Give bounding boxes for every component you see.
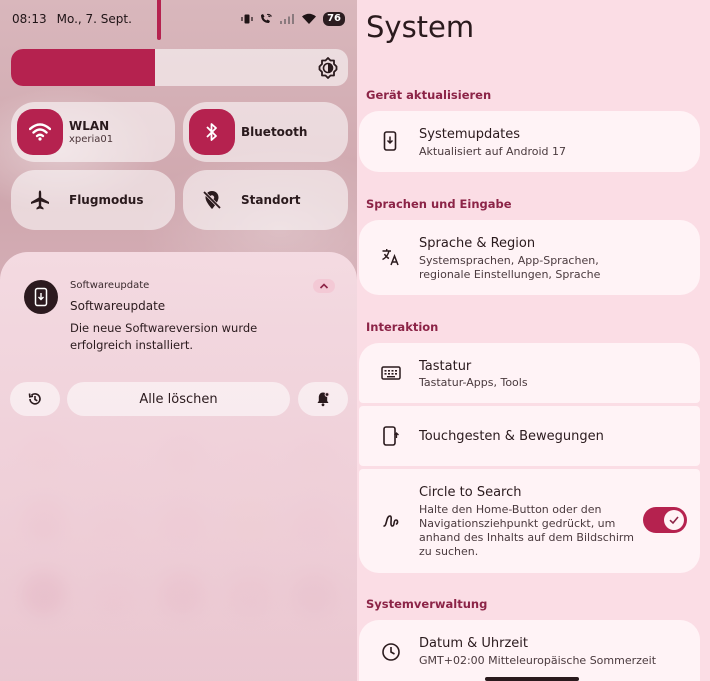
tile-airplane-title: Flugmodus	[69, 193, 144, 207]
brightness-icon	[316, 56, 340, 84]
tile-wlan-title: WLAN	[69, 119, 110, 133]
notification-settings-button[interactable]	[298, 382, 348, 416]
clear-all-button[interactable]: Alle löschen	[67, 382, 290, 416]
chevron-up-icon	[319, 283, 329, 289]
airplane-icon	[17, 177, 63, 223]
notification-body: Die neue Softwareversion wurde erfolgrei…	[70, 321, 258, 352]
circle-to-search-toggle[interactable]	[643, 507, 687, 533]
circle-search-icon	[381, 512, 401, 534]
settings-item-subtitle: Systemsprachen, App-Sprachen, regionale …	[419, 254, 601, 281]
section-header-system-management: Systemverwaltung	[366, 597, 488, 611]
settings-item-title: Systemupdates	[419, 127, 521, 142]
tile-bluetooth[interactable]: Bluetooth	[183, 102, 348, 162]
notification-settings-icon	[317, 392, 330, 407]
quick-settings-panel: 08:13 Mo., 7. Sept. 76 WLAN xperia01 Blu…	[0, 0, 357, 681]
tile-wlan-subtitle: xperia01	[69, 134, 114, 145]
signal-icon	[279, 13, 295, 25]
status-icons: 76	[241, 12, 345, 26]
wifi-icon	[301, 13, 317, 25]
settings-item-date-time[interactable]: Datum & Uhrzeit GMT+02:00 Mitteleuropäis…	[359, 620, 700, 681]
battery-icon: 76	[323, 12, 345, 26]
settings-item-title: Touchgesten & Bewegungen	[419, 429, 604, 444]
page-title: System	[366, 10, 475, 44]
settings-item-subtitle: Halte den Home-Button oder den Navigatio…	[419, 503, 634, 558]
clock-icon	[381, 642, 401, 666]
vibrate-icon	[241, 13, 253, 25]
toggle-knob	[664, 510, 684, 530]
system-update-icon	[381, 131, 399, 155]
section-header-interaction: Interaktion	[366, 320, 439, 334]
settings-item-subtitle: GMT+02:00 Mitteleuropäische Sommerzeit	[419, 654, 657, 667]
status-date: Mo., 7. Sept.	[56, 12, 132, 26]
location-off-icon	[189, 177, 235, 223]
system-settings-page: System Gerät aktualisieren Systemupdates…	[357, 0, 710, 681]
system-update-icon	[24, 280, 58, 314]
notification-history-button[interactable]	[10, 382, 60, 416]
tile-location[interactable]: Standort	[183, 170, 348, 230]
settings-item-systemupdates[interactable]: Systemupdates Aktualisiert auf Android 1…	[359, 111, 700, 172]
settings-item-keyboard[interactable]: Tastatur Tastatur-Apps, Tools	[359, 343, 700, 403]
home-indicator[interactable]	[485, 677, 579, 681]
settings-item-title: Circle to Search	[419, 485, 522, 500]
status-time: 08:13	[12, 12, 47, 26]
bluetooth-icon	[189, 109, 235, 155]
settings-item-language-region[interactable]: Sprache & Region Systemsprachen, App-Spr…	[359, 220, 700, 295]
settings-item-subtitle: Aktualisiert auf Android 17	[419, 145, 567, 158]
call-wifi-icon	[259, 13, 273, 25]
tile-bluetooth-title: Bluetooth	[241, 125, 308, 139]
section-header-update: Gerät aktualisieren	[366, 88, 492, 102]
check-icon	[669, 516, 679, 525]
status-bar: 08:13 Mo., 7. Sept. 76	[0, 0, 357, 38]
clear-all-label: Alle löschen	[139, 391, 218, 407]
notification-shade	[0, 252, 357, 681]
settings-item-subtitle: Tastatur-Apps, Tools	[419, 376, 528, 389]
gesture-phone-icon	[381, 426, 399, 450]
tile-location-title: Standort	[241, 193, 301, 207]
settings-item-circle-to-search[interactable]: Circle to Search Halte den Home-Button o…	[359, 469, 700, 573]
settings-item-gestures[interactable]: Touchgesten & Bewegungen	[359, 406, 700, 466]
notification-title: Softwareupdate	[70, 299, 166, 313]
notification-app-name: Softwareupdate	[70, 280, 150, 291]
settings-item-title: Sprache & Region	[419, 236, 536, 251]
settings-item-title: Datum & Uhrzeit	[419, 636, 529, 651]
keyboard-icon	[381, 365, 401, 385]
history-icon	[28, 393, 41, 405]
tile-airplane[interactable]: Flugmodus	[11, 170, 175, 230]
expand-notification-button[interactable]	[313, 279, 335, 293]
wifi-icon	[17, 109, 63, 155]
translate-icon	[381, 247, 401, 271]
brightness-handle[interactable]	[157, 0, 161, 40]
settings-item-title: Tastatur	[419, 359, 472, 374]
tile-wlan[interactable]: WLAN xperia01	[11, 102, 175, 162]
section-header-languages: Sprachen und Eingabe	[366, 197, 512, 211]
brightness-fill	[11, 49, 155, 86]
brightness-slider[interactable]	[11, 49, 348, 86]
